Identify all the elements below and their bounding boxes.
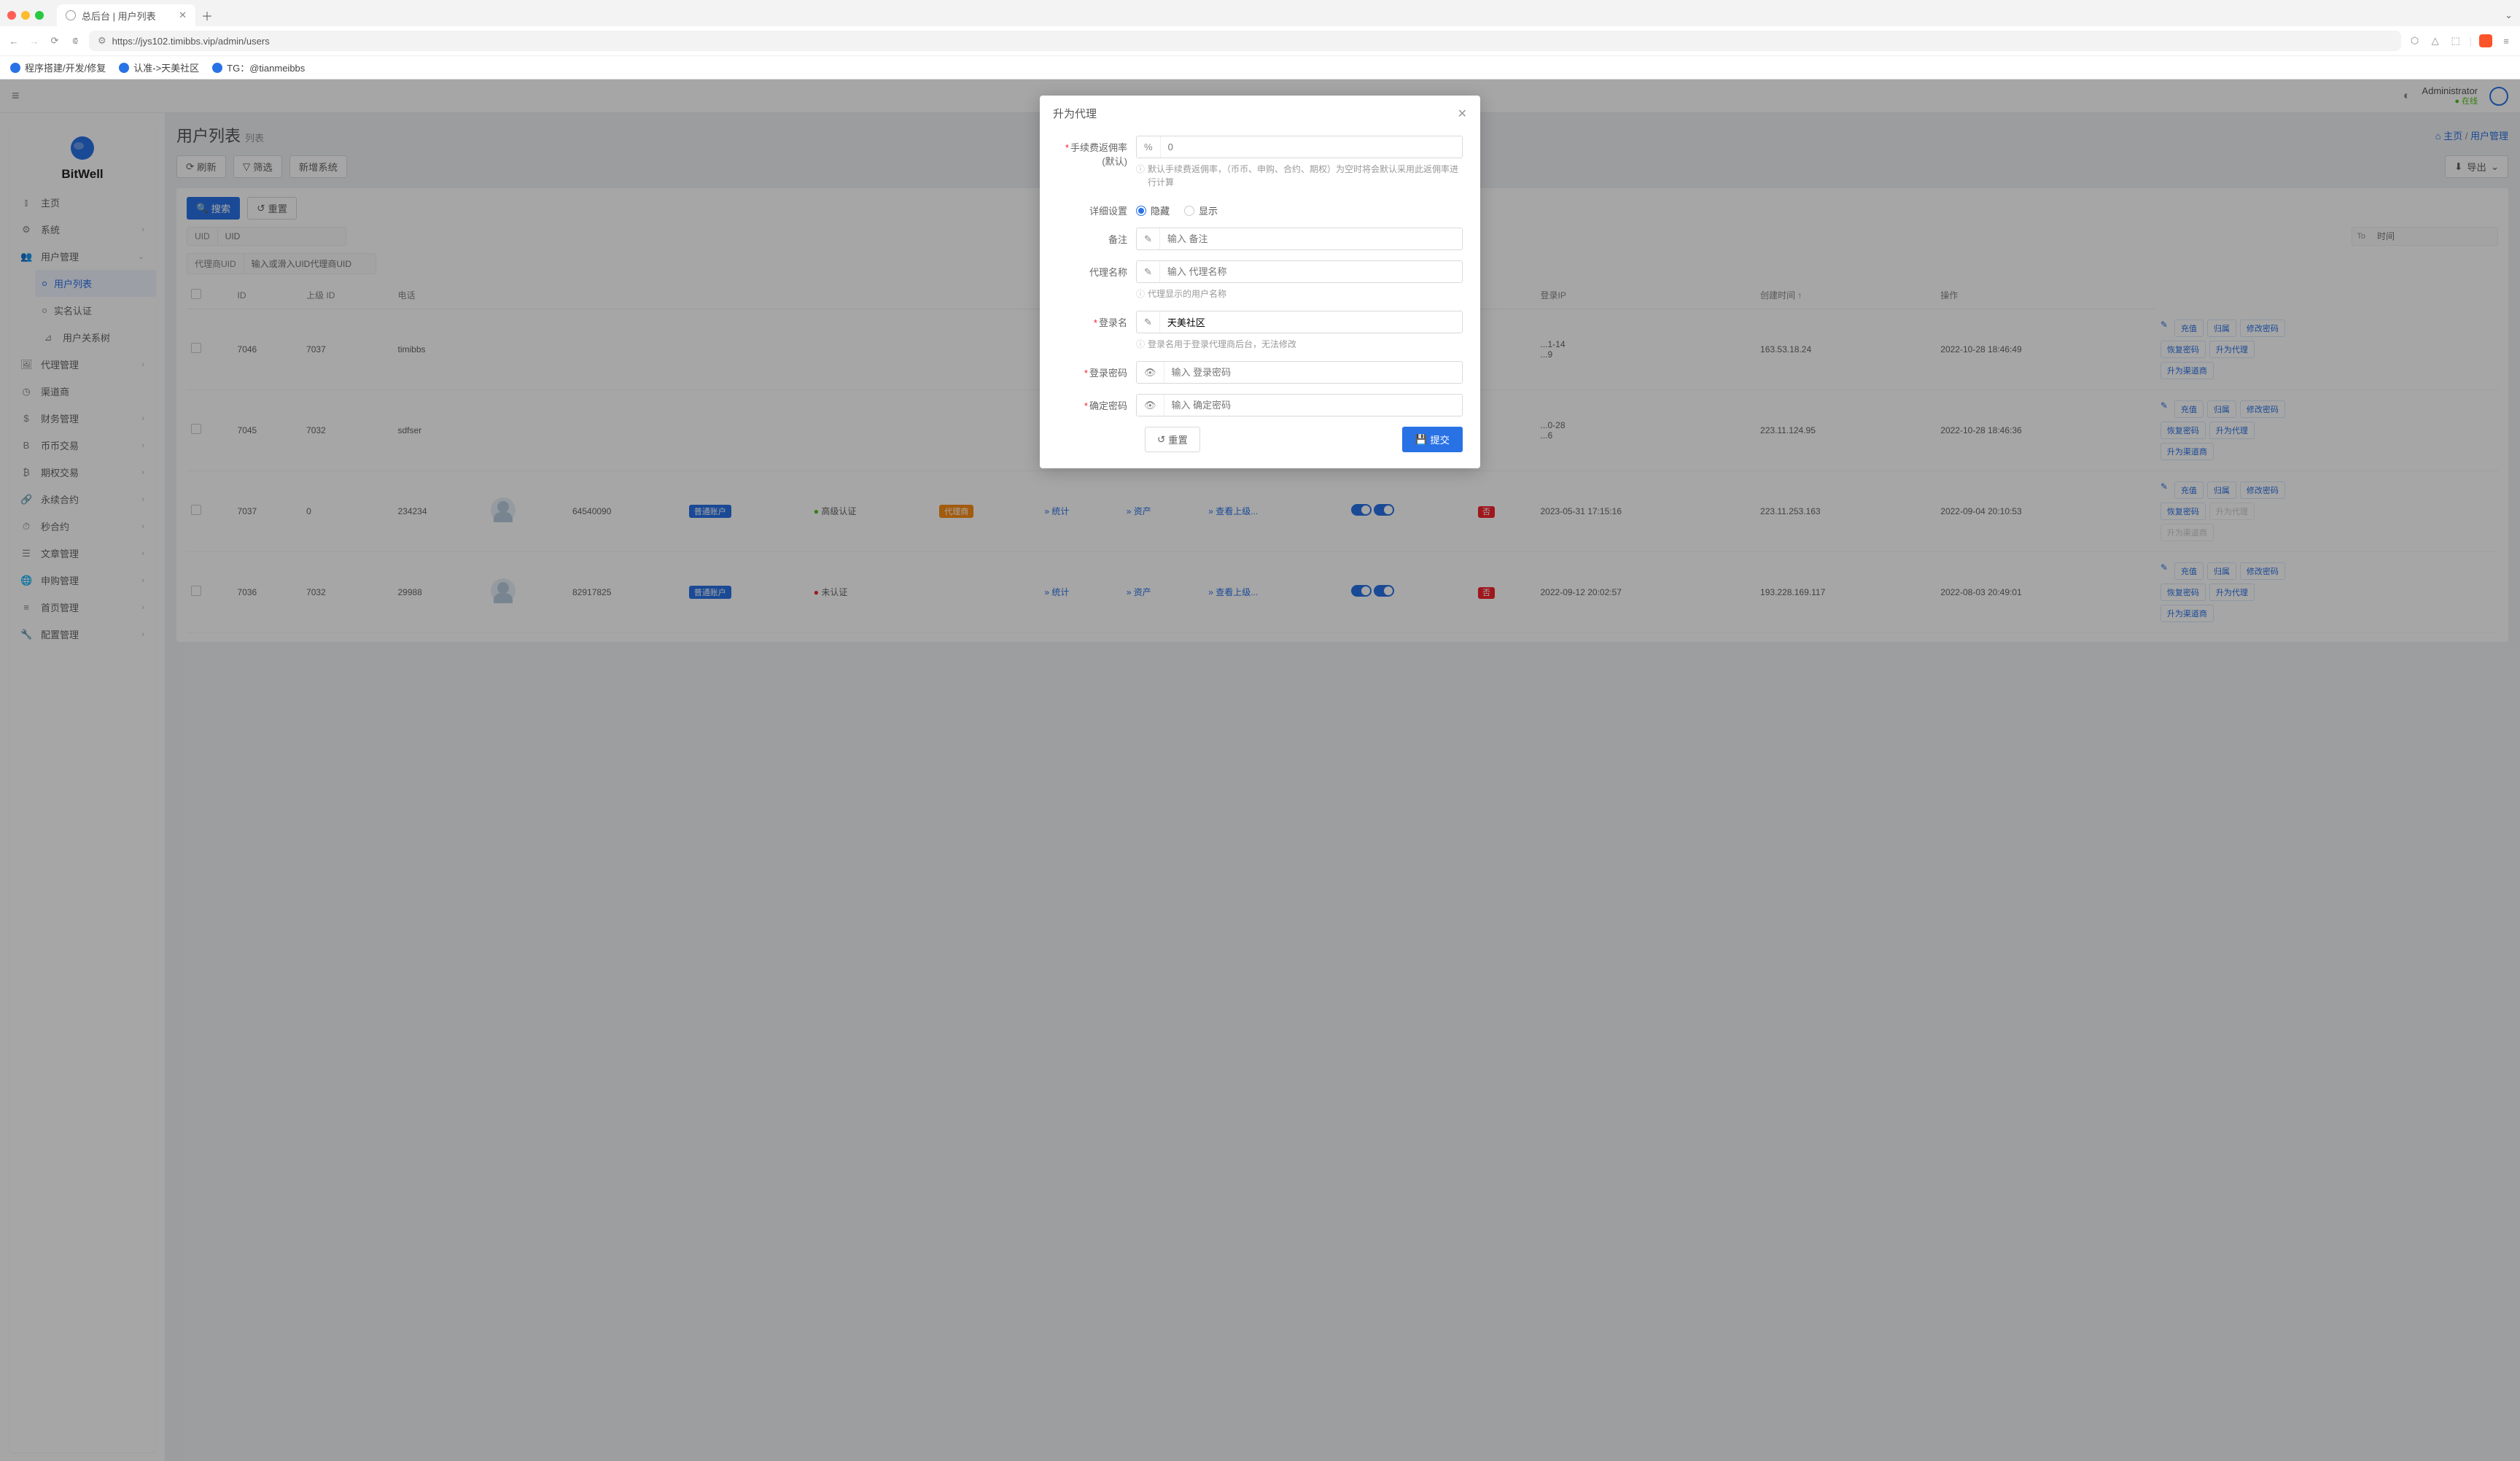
shield-icon[interactable]: ⬡ [2408,35,2422,47]
close-window-icon[interactable] [7,11,16,20]
brave-icon[interactable] [2479,34,2492,47]
upgrade-agent-modal: 升为代理 ✕ *手续费返佣率(默认) % ⓘ默认手续费返佣率，（币币、申购、合约… [1040,96,1480,468]
info-icon: ⓘ [1136,338,1145,351]
agent-name-help: 代理显示的用户名称 [1148,287,1226,301]
back-button[interactable]: ← [7,36,20,47]
rebate-help: 默认手续费返佣率，（币币、申购、合约、期权）为空时将会默认采用此返佣率进行计算 [1148,163,1463,189]
bookmark-button[interactable]: ⟃ [69,35,82,47]
menu-icon[interactable]: ≡ [2500,36,2513,47]
pwd-input[interactable] [1164,362,1462,383]
login-help: 登录名用于登录代理商后台，无法修改 [1148,338,1296,351]
rebate-label: 手续费返佣率(默认) [1070,142,1127,167]
bookmark-favicon-icon [212,63,222,73]
login-label: 登录名 [1099,317,1127,328]
modal-submit-button[interactable]: 💾提交 [1402,427,1463,452]
browser-tab[interactable]: 总后台 | 用户列表 ✕ [57,4,195,27]
agent-name-input[interactable] [1160,261,1462,282]
pwd-label: 登录密码 [1089,368,1127,379]
detail-label: 详细设置 [1057,199,1136,217]
eye-icon[interactable]: 👁 [1137,362,1164,383]
forward-button[interactable]: → [28,36,41,47]
maximize-window-icon[interactable] [35,11,44,20]
detail-show-radio[interactable]: 显示 [1184,204,1218,217]
bookmark-item[interactable]: 程序搭建/开发/修复 [10,61,106,74]
rewards-icon[interactable]: △ [2429,35,2442,47]
url-text: https://jys102.timibbs.vip/admin/users [112,36,270,47]
percent-prefix: % [1137,136,1161,158]
detail-hide-radio[interactable]: 隐藏 [1136,204,1170,217]
minimize-window-icon[interactable] [21,11,30,20]
tab-title: 总后台 | 用户列表 [82,9,156,23]
rebate-input[interactable] [1161,136,1462,158]
info-icon: ⓘ [1136,287,1145,301]
remark-label: 备注 [1057,228,1136,246]
window-controls[interactable] [7,11,44,20]
edit-icon: ✎ [1137,261,1160,282]
pwd2-label: 确定密码 [1089,400,1127,411]
new-tab-button[interactable]: ＋ [201,7,213,24]
modal-reset-button[interactable]: ↺重置 [1145,427,1200,452]
bookmark-favicon-icon [119,63,129,73]
remark-input[interactable] [1160,228,1462,249]
browser-chrome: 总后台 | 用户列表 ✕ ＋ ⌄ ← → ⟳ ⟃ ⚙ https://jys10… [0,0,2520,80]
modal-close-icon[interactable]: ✕ [1458,106,1467,121]
tab-close-icon[interactable]: ✕ [179,9,187,21]
info-icon: ⓘ [1136,163,1145,176]
bookmark-item[interactable]: TG：@tianmeibbs [212,61,305,74]
reload-button[interactable]: ⟳ [48,35,61,47]
bookmark-favicon-icon [10,63,20,73]
modal-title: 升为代理 [1053,106,1097,121]
pwd2-input[interactable] [1164,395,1462,416]
address-bar: ← → ⟳ ⟃ ⚙ https://jys102.timibbs.vip/adm… [0,26,2520,55]
tab-bar: 总后台 | 用户列表 ✕ ＋ ⌄ [0,0,2520,26]
save-icon: 💾 [1415,434,1428,446]
app-shell: ≡ ◐ Administrator 在线 BitWell ⫾主页⚙系统›👥用户管… [0,80,2520,1461]
undo-icon: ↺ [1157,434,1165,446]
favicon-icon [66,10,76,20]
tab-overflow-icon[interactable]: ⌄ [2505,9,2513,21]
bookmark-item[interactable]: 认准->天美社区 [119,61,199,74]
url-input[interactable]: ⚙ https://jys102.timibbs.vip/admin/users [89,31,2401,51]
wallet-icon[interactable]: ⬚ [2449,35,2462,47]
agent-name-label: 代理名称 [1057,260,1136,279]
eye-icon[interactable]: 👁 [1137,395,1164,416]
bookmark-bar: 程序搭建/开发/修复 认准->天美社区 TG：@tianmeibbs [0,55,2520,79]
login-input[interactable] [1160,311,1462,333]
site-settings-icon[interactable]: ⚙ [98,35,106,47]
edit-icon: ✎ [1137,228,1160,249]
edit-icon: ✎ [1137,311,1160,333]
